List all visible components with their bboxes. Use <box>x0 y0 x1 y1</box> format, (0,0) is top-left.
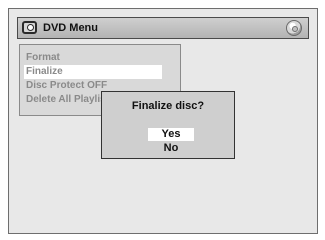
menu-title: DVD Menu <box>43 22 98 34</box>
menu-item-format[interactable]: Format <box>24 51 162 65</box>
dvd-menu-screen: DVD Menu Format Finalize Disc Protect OF… <box>8 8 318 234</box>
dialog-title: Finalize disc? <box>131 100 205 112</box>
dvd-icon <box>22 21 37 34</box>
menu-item-finalize[interactable]: Finalize <box>24 65 162 79</box>
menu-title-bar: DVD Menu <box>17 17 309 39</box>
finalize-confirm-dialog: Finalize disc? Yes No <box>101 91 235 159</box>
yes-button[interactable]: Yes <box>148 128 194 141</box>
disc-icon <box>286 20 302 36</box>
no-button[interactable]: No <box>148 142 194 155</box>
